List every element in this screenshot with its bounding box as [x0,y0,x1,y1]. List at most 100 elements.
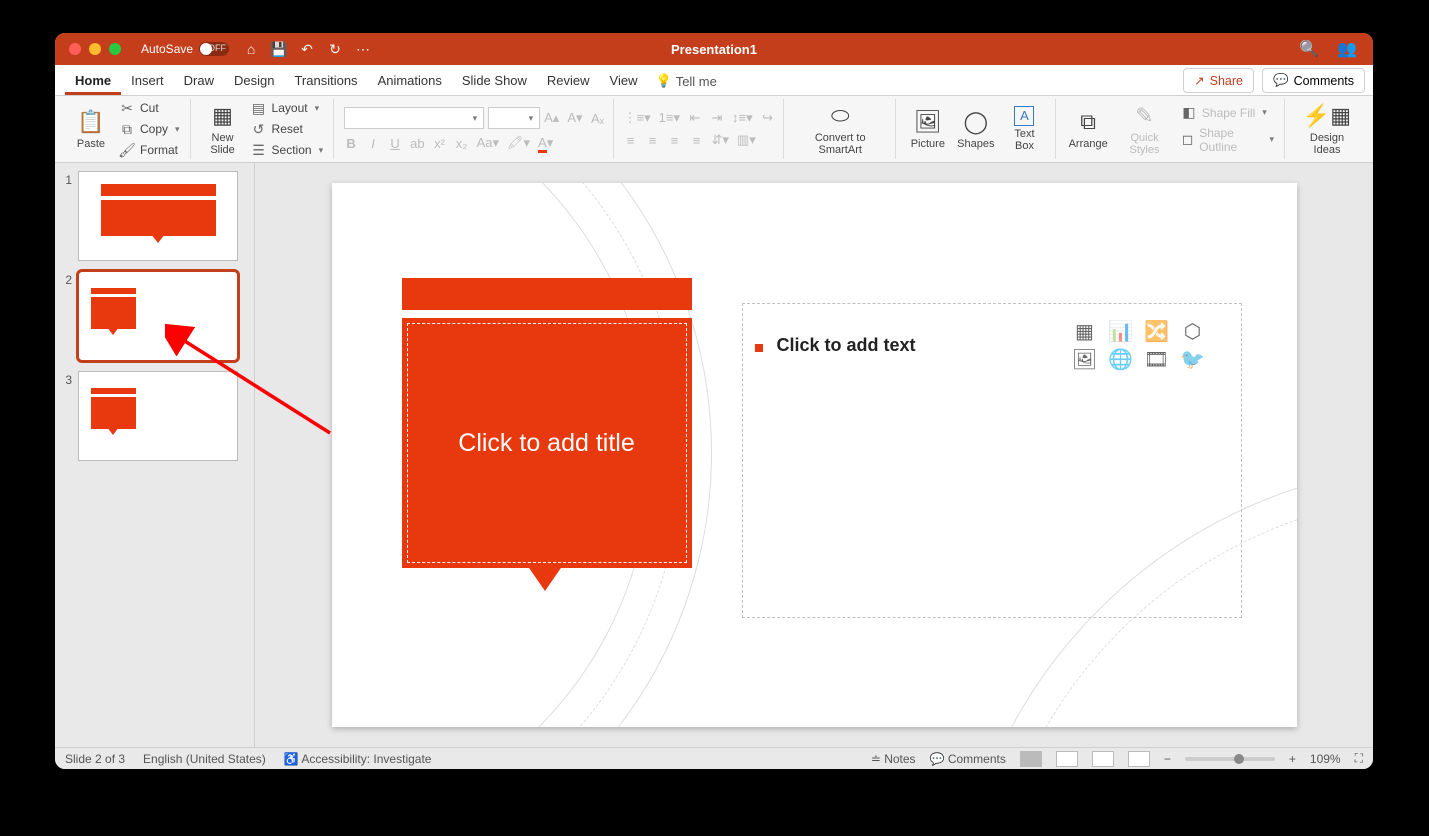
close-window-button[interactable] [69,43,81,55]
font-family-select[interactable]: ▾ [344,107,484,129]
new-slide-button[interactable]: ▦ New Slide [201,100,245,158]
strike-button[interactable]: ab [410,136,424,151]
bold-button[interactable]: B [344,136,358,151]
content-placeholder[interactable]: Click to add text ▦ 📊 🔀 ⬡ 🖼 🌐 🎞 🐦 [742,303,1242,618]
search-icon[interactable]: 🔍 [1299,39,1319,59]
title-placeholder-text: Click to add title [458,429,634,458]
align-center-button[interactable]: ≡ [646,133,660,148]
autosave-toggle[interactable]: AutoSave OFF [141,42,229,56]
align-right-button[interactable]: ≡ [668,133,682,148]
convert-smartart-button[interactable]: ⬭ Convert to SmartArt [794,100,887,158]
clear-format-icon[interactable]: Aₓ [591,111,605,126]
change-case-button[interactable]: Aa▾ [477,135,499,151]
shapes-button[interactable]: ◯Shapes [954,106,998,152]
more-icon[interactable]: ⋯ [355,41,371,57]
normal-view-button[interactable] [1020,751,1042,767]
highlight-button[interactable]: 🖍▾ [507,135,530,151]
text-direction-button[interactable]: ↪ [761,110,775,126]
underline-button[interactable]: U [388,136,402,151]
font-color-button[interactable]: A▾ [538,135,553,151]
title-placeholder[interactable]: Click to add title [402,318,692,568]
design-ideas-icon: ⚡▦ [1313,102,1341,130]
maximize-window-button[interactable] [109,43,121,55]
slide-canvas[interactable]: Click to add title Click to add text ▦ 📊… [332,183,1297,727]
tab-insert[interactable]: Insert [121,67,174,95]
layout-button[interactable]: ▤Layout▾ [249,99,326,117]
reset-button[interactable]: ↺Reset [249,120,326,138]
section-button[interactable]: ☰Section▾ [249,141,326,159]
format-painter-button[interactable]: 🖌Format [117,141,182,159]
tab-view[interactable]: View [600,67,648,95]
paste-button[interactable]: 📋 Paste [69,106,113,152]
align-vertical-button[interactable]: ⇵▾ [712,132,729,148]
superscript-button[interactable]: x² [433,136,447,151]
autosave-switch[interactable]: OFF [199,42,229,56]
text-box-button[interactable]: AText Box [1002,104,1047,154]
thumbnail-1[interactable]: 1 [60,171,249,261]
minimize-window-button[interactable] [89,43,101,55]
columns-button[interactable]: ▥▾ [737,132,756,148]
tab-draw[interactable]: Draw [174,67,224,95]
comments-status-button[interactable]: 💬 Comments [930,752,1006,766]
accessibility-status[interactable]: ♿ Accessibility: Investigate [284,752,432,766]
quick-styles-button[interactable]: ✎Quick Styles [1114,100,1175,158]
scissors-icon: ✂ [119,100,135,116]
increase-font-icon[interactable]: A▴ [544,110,559,126]
decrease-indent-button[interactable]: ⇤ [688,110,702,126]
comments-button[interactable]: 💬Comments [1262,68,1365,93]
undo-icon[interactable]: ↶ [299,41,315,57]
justify-button[interactable]: ≡ [690,133,704,148]
zoom-slider[interactable] [1185,757,1275,761]
subscript-button[interactable]: x₂ [455,136,469,151]
zoom-out-button[interactable]: − [1164,752,1171,766]
italic-button[interactable]: I [366,136,380,151]
share-button[interactable]: ↗Share [1183,68,1254,93]
insert-3d-icon[interactable]: ⬡ [1179,320,1207,342]
numbering-button[interactable]: 1≡▾ [659,110,680,126]
copy-button[interactable]: ⧉Copy▾ [117,120,182,138]
increase-indent-button[interactable]: ⇥ [710,110,724,126]
sorter-view-button[interactable] [1056,751,1078,767]
home-icon[interactable]: ⌂ [243,41,259,57]
arrange-button[interactable]: ⧉Arrange [1066,106,1110,152]
zoom-level[interactable]: 109% [1310,752,1341,766]
tab-slide-show[interactable]: Slide Show [452,67,537,95]
slide-counter[interactable]: Slide 2 of 3 [65,752,125,766]
share-people-icon[interactable]: 👥 [1337,39,1357,59]
font-size-select[interactable]: ▾ [488,107,540,129]
fit-to-window-button[interactable]: ⛶ [1355,751,1363,766]
thumbnail-3[interactable]: 3 [60,371,249,461]
bullets-button[interactable]: ⋮≡▾ [624,110,651,126]
notes-button[interactable]: ≐ Notes [871,752,916,766]
insert-online-picture-icon[interactable]: 🌐 [1107,348,1135,370]
shape-fill-button[interactable]: ◧Shape Fill▾ [1179,104,1276,122]
insert-table-icon[interactable]: ▦ [1071,320,1099,342]
design-ideas-button[interactable]: ⚡▦Design Ideas [1295,100,1359,158]
insert-video-icon[interactable]: 🎞 [1143,348,1171,370]
language-status[interactable]: English (United States) [143,752,266,766]
tab-design[interactable]: Design [224,67,284,95]
tab-review[interactable]: Review [537,67,600,95]
decrease-font-icon[interactable]: A▾ [567,110,582,126]
redo-icon[interactable]: ↻ [327,41,343,57]
insert-icon-icon[interactable]: 🐦 [1179,348,1207,370]
tab-home[interactable]: Home [65,67,121,95]
tab-animations[interactable]: Animations [368,67,452,95]
insert-chart-icon[interactable]: 📊 [1107,320,1135,342]
shape-outline-button[interactable]: ◻Shape Outline▾ [1179,125,1276,155]
clipboard-group: 📋 Paste ✂Cut ⧉Copy▾ 🖌Format [61,99,191,159]
insert-picture-icon[interactable]: 🖼 [1071,348,1099,370]
insert-smartart-icon[interactable]: 🔀 [1143,320,1171,342]
fill-icon: ◧ [1181,105,1197,121]
tab-transitions[interactable]: Transitions [284,67,367,95]
line-spacing-button[interactable]: ↕≡▾ [732,110,753,126]
zoom-in-button[interactable]: + [1289,752,1296,766]
cut-button[interactable]: ✂Cut [117,99,182,117]
picture-button[interactable]: 🖼Picture [906,106,950,152]
thumbnail-2[interactable]: 2 [60,271,249,361]
tell-me-search[interactable]: 💡 Tell me [648,67,725,95]
slideshow-view-button[interactable] [1128,751,1150,767]
reading-view-button[interactable] [1092,751,1114,767]
save-icon[interactable]: 💾 [271,41,287,57]
align-left-button[interactable]: ≡ [624,133,638,148]
